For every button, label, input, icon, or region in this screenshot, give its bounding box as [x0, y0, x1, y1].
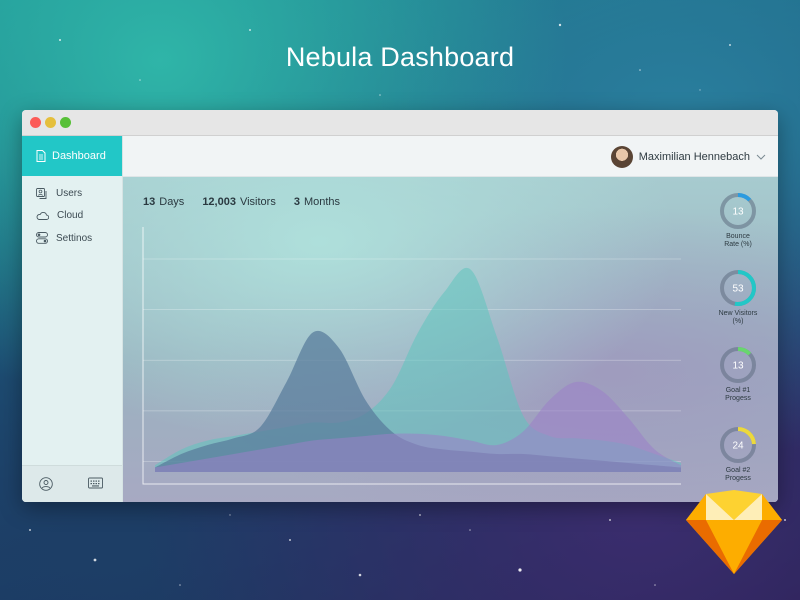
cloud-icon: [36, 212, 49, 220]
ring-label: Goal #1: [725, 387, 751, 394]
ring-label: Rate (%): [724, 241, 752, 248]
minimize-window-button[interactable]: [45, 117, 56, 128]
area-chart: [142, 227, 681, 485]
ring-gauge-goal-1: 13 Goal #1 Progess: [708, 345, 768, 403]
user-menu[interactable]: Maximilian Hennebach: [610, 146, 766, 168]
header-bar: Maximilian Hennebach: [123, 136, 778, 177]
chevron-down-icon: [756, 154, 766, 160]
sidebar: Dashboard Users Cloud Settinos: [22, 136, 123, 502]
ring-progress: 53: [720, 270, 756, 306]
sidebar-item-cloud[interactable]: Cloud: [36, 210, 83, 221]
ring-value: 13: [732, 207, 744, 218]
sidebar-item-settings[interactable]: Settinos: [36, 232, 92, 244]
ring-progress: 13: [720, 347, 756, 383]
page-title: Nebula Dashboard: [285, 42, 515, 72]
ring-gauges: 13 Bounce Rate (%) 53 New Visitors (%) 13 …: [698, 177, 778, 502]
app-window: Dashboard Users Cloud Settinos Maximilia…: [22, 110, 778, 502]
keyboard-icon[interactable]: [88, 477, 103, 489]
ring-progress: 24: [720, 427, 756, 463]
sketch-diamond-logo: [686, 490, 782, 574]
sidebar-footer: [22, 465, 122, 502]
ring-value: 53: [732, 284, 744, 295]
users-icon: [36, 188, 47, 199]
ring-gauge-bounce-rate: 13 Bounce Rate (%): [708, 191, 768, 249]
sidebar-item-label: Cloud: [57, 210, 84, 221]
ring-gauge-goal-2: 24 Goal #2 Progess: [708, 425, 768, 483]
sidebar-item-users[interactable]: Users: [36, 188, 82, 199]
document-icon: [36, 150, 46, 162]
avatar: [610, 146, 633, 168]
ring-label: Bounce: [726, 233, 750, 240]
sidebar-item-label: Settinos: [56, 232, 93, 244]
ring-label: New Visitors: [718, 310, 758, 317]
ring-gauge-new-visitors: 53 New Visitors (%): [708, 268, 768, 326]
toggles-icon: [36, 232, 48, 244]
ring-label: Progess: [725, 475, 751, 482]
sidebar-item-label: Dashboard: [52, 150, 106, 162]
zoom-window-button[interactable]: [60, 117, 71, 128]
ring-label: (%): [732, 318, 744, 325]
ring-value: 13: [732, 361, 744, 372]
ring-label: Progess: [725, 395, 751, 402]
ring-value: 24: [732, 441, 744, 452]
user-name: Maximilian Hennebach: [638, 151, 750, 163]
user-circle-icon[interactable]: [39, 477, 53, 491]
ring-label: Goal #2: [725, 467, 751, 474]
sidebar-item-label: Users: [56, 188, 83, 199]
sidebar-item-dashboard[interactable]: Dashboard: [22, 136, 122, 176]
close-window-button[interactable]: [30, 117, 41, 128]
ring-progress: 13: [720, 193, 756, 229]
window-titlebar: [22, 110, 778, 136]
main-content: 13 Days 12,003 Visitors 3 Months 13 Bounce R…: [123, 177, 778, 502]
